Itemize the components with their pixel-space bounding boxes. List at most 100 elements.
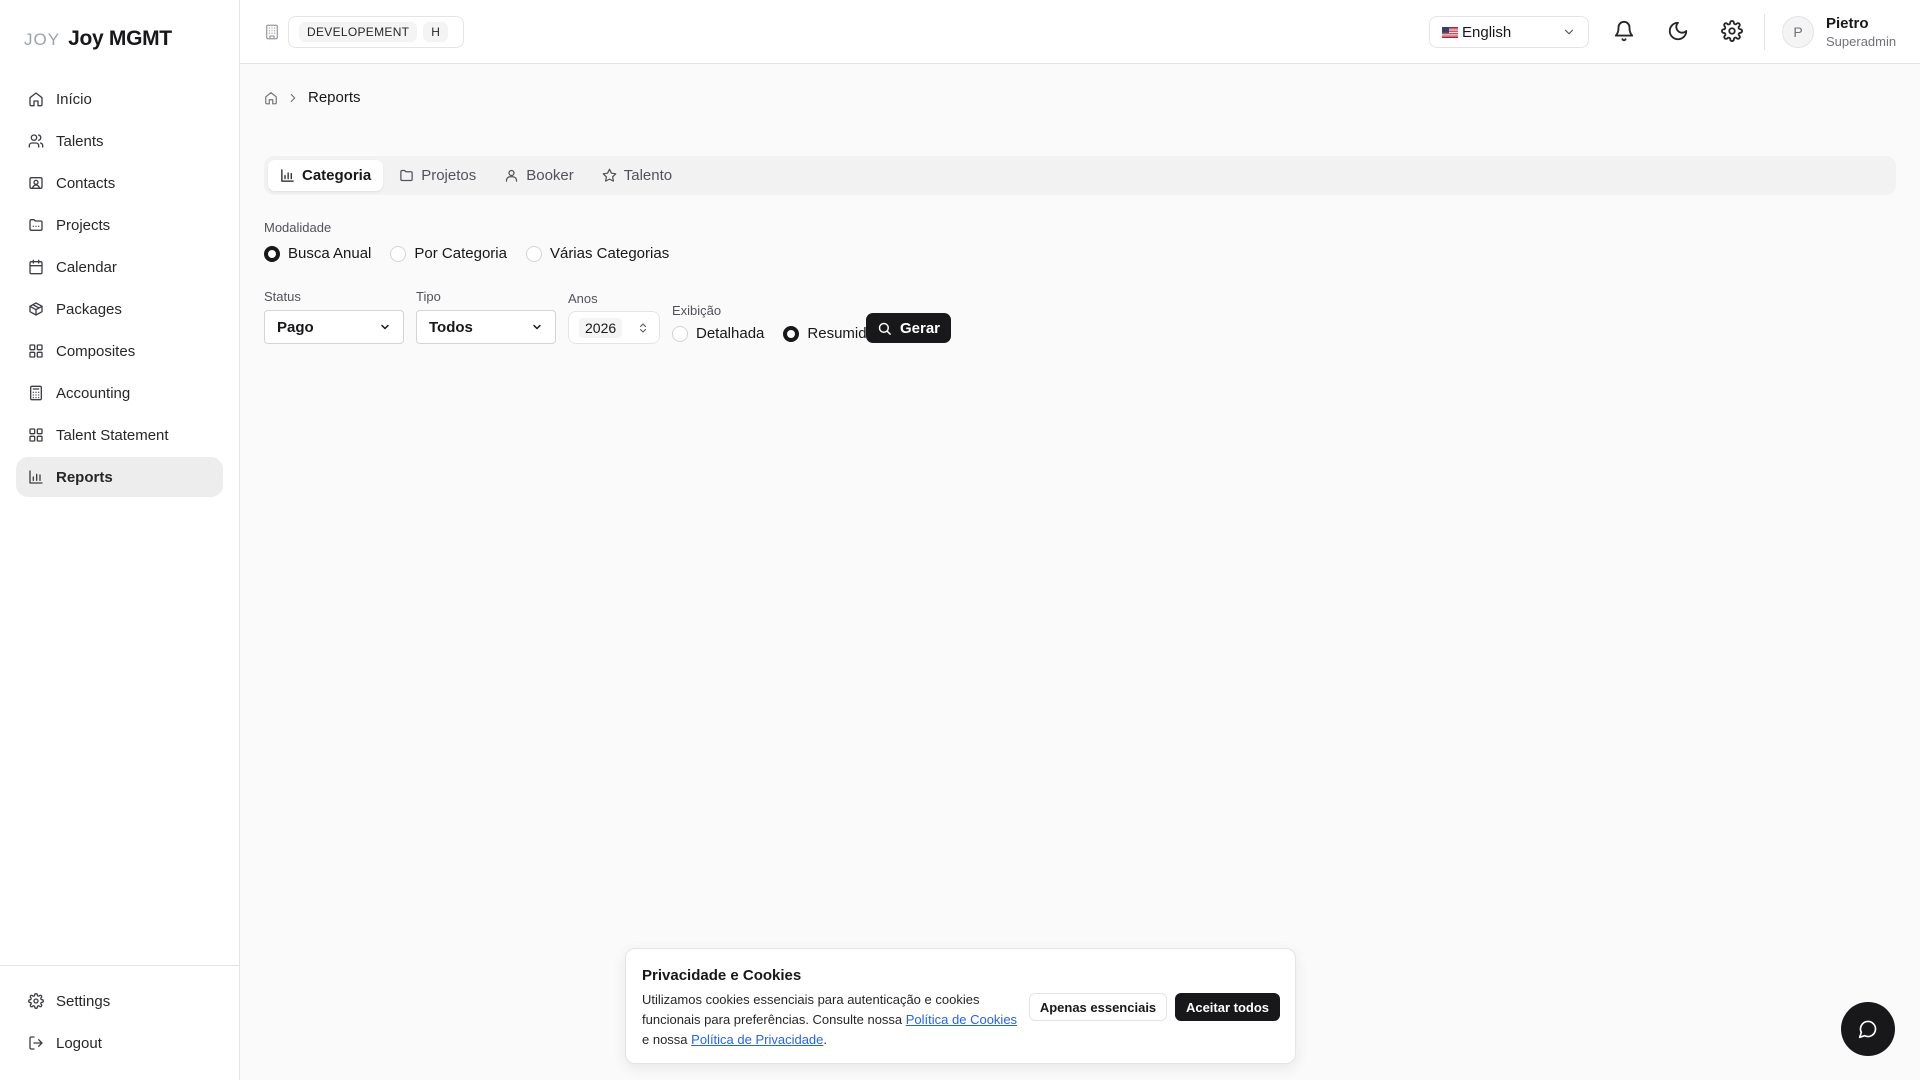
language-label: English [1462,23,1512,41]
tab-label: Categoria [302,167,372,184]
generate-button-label: Gerar [899,319,941,337]
sidebar-item-label: Reports [56,468,113,486]
app-name: Joy MGMT [68,27,172,50]
sidebar-item-label: Talents [56,132,104,150]
tab-projetos[interactable]: Projetos [387,160,488,191]
sidebar-item-label: Logout [56,1034,102,1052]
calendar-icon [29,259,43,275]
privacy-policy-link[interactable]: Política de Privacidade [691,1032,823,1047]
sidebar-item-label: Contacts [56,174,116,192]
environment-name: DEVELOPEMENT [299,22,418,42]
radio-resumida[interactable] [783,325,800,342]
home-icon[interactable] [264,91,278,105]
radio-por-categoria[interactable] [390,245,407,262]
sidebar-item-composites[interactable]: Composites [16,331,223,371]
home-icon [29,92,43,107]
folder-icon [400,169,413,182]
user-role: Superadmin [1826,34,1897,49]
bar-chart-icon [29,470,43,484]
grid-icon [29,428,43,442]
users-icon [28,134,44,148]
building-icon [266,24,278,40]
contact-card-icon [29,177,43,189]
sidebar-item-calendar[interactable]: Calendar [16,247,223,287]
us-flag-icon [1442,26,1458,38]
exibicao-label: Exibição [672,303,722,318]
status-label: Status [264,289,301,304]
bar-chart-icon [281,169,294,182]
chevron-down-icon [533,324,541,330]
sidebar-item-reports[interactable]: Reports [16,457,223,497]
sidebar-item-inicio[interactable]: Início [16,79,223,119]
tipo-select[interactable]: Todos [416,310,556,344]
accept-all-button[interactable]: Aceitar todos [1175,993,1280,1021]
radio-label: Detalhada [696,325,765,342]
sidebar-item-label: Packages [56,300,122,318]
tab-label: Projetos [421,167,477,184]
sidebar-item-talent-statement[interactable]: Talent Statement [16,415,223,455]
folder-icon [29,219,43,231]
tipo-label: Tipo [416,289,441,304]
tab-categoria[interactable]: Categoria [268,160,384,191]
avatar[interactable]: P [1782,16,1814,48]
chevron-right-icon [290,93,296,102]
sidebar-item-label: Accounting [56,384,131,402]
cookie-policy-link[interactable]: Política de Cookies [906,1012,1017,1027]
package-icon [29,302,43,316]
radio-varias-categorias[interactable] [525,245,542,262]
sidebar-item-settings[interactable]: Settings [16,981,223,1021]
tab-booker[interactable]: Booker [492,160,586,191]
topbar: DEVELOPEMENT H English P Pietro Superadm… [240,0,1920,64]
radio-label: Resumida [807,325,875,342]
bell-icon[interactable] [1613,20,1635,42]
star-icon [602,168,617,182]
cookie-text-part: . [823,1032,828,1047]
cookie-title: Privacidade e Cookies [642,967,802,984]
gear-icon[interactable] [1721,20,1743,42]
sidebar-item-contacts[interactable]: Contacts [16,163,223,203]
app-logo[interactable]: JOY Joy MGMT [24,27,172,51]
user-icon [506,169,518,182]
breadcrumb: Reports [264,89,361,106]
language-selector[interactable]: English [1429,16,1589,48]
tab-label: Booker [526,167,574,184]
generate-button[interactable]: Gerar [866,313,951,343]
moon-icon[interactable] [1667,20,1689,42]
tab-label: Talento [623,167,673,184]
chat-bubble-icon [1858,1020,1877,1039]
search-icon [878,322,891,335]
status-select[interactable]: Pago [264,310,404,344]
logo-mark: JOY [24,30,61,49]
environment-selector[interactable]: DEVELOPEMENT H [288,16,464,48]
sidebar-item-label: Talent Statement [56,426,169,444]
chevron-up-down-icon[interactable] [637,322,649,334]
sidebar-item-label: Calendar [56,258,117,276]
cookie-text: Utilizamos cookies essenciais para auten… [642,990,1022,1050]
modalidade-radio-group: Busca Anual Por Categoria Várias Categor… [264,245,680,262]
sidebar-nav: Início Talents Contacts Projects Calenda… [16,79,223,499]
sidebar-divider [0,965,240,966]
sidebar-item-label: Settings [56,992,111,1010]
sidebar-item-accounting[interactable]: Accounting [16,373,223,413]
sidebar-item-logout[interactable]: Logout [16,1023,223,1063]
sidebar-item-label: Composites [56,342,136,360]
essential-only-button[interactable]: Apenas essenciais [1029,993,1167,1021]
anos-value: 2026 [579,317,623,338]
anos-input[interactable]: 2026 [568,311,660,344]
sidebar-item-label: Início [56,90,92,108]
radio-detalhada[interactable] [672,325,688,342]
tab-talento[interactable]: Talento [590,160,684,191]
sidebar-item-projects[interactable]: Projects [16,205,223,245]
radio-label: Busca Anual [288,245,372,262]
user-name[interactable]: Pietro [1826,15,1869,32]
sidebar-item-talents[interactable]: Talents [16,121,223,161]
radio-busca-anual[interactable] [264,245,280,262]
radio-label: Por Categoria [414,245,507,262]
sidebar: JOY Joy MGMT Início Talents Contacts Pro… [0,0,240,1080]
sidebar-item-packages[interactable]: Packages [16,289,223,329]
chat-button[interactable] [1841,1002,1895,1056]
logout-icon [29,1036,43,1050]
environment-short: H [423,22,449,42]
status-value: Pago [277,318,314,336]
report-tabs: Categoria Projetos Booker Talento [264,156,1896,195]
